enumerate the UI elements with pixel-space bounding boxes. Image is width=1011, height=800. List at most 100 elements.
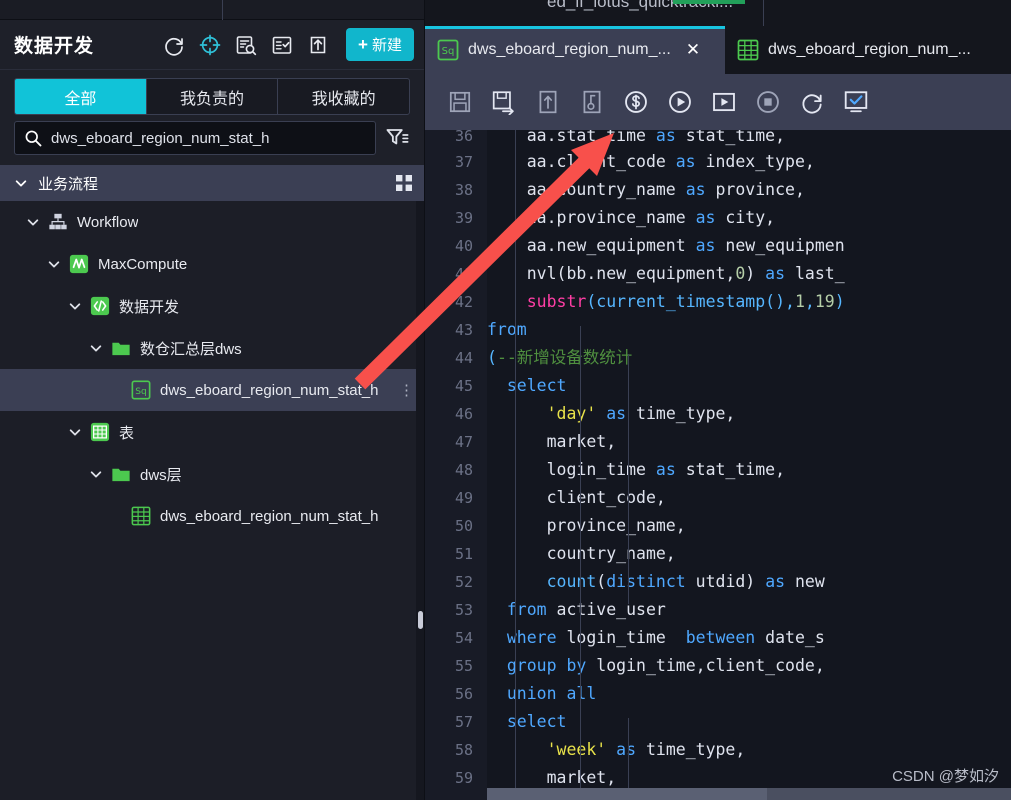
code-line[interactable]: count(distinct utdid) as new [487,568,1011,596]
data-development-sidebar: 数据开发 + 新建 全部 我负责的 我收藏的 dws_eboard_region… [0,0,425,800]
code-line[interactable]: group by login_time,client_code, [487,652,1011,680]
code-token: login_time [556,628,686,647]
tree-item-menu-icon[interactable]: ⋮ [399,381,414,399]
code-line[interactable]: from active_user [487,596,1011,624]
refresh-icon[interactable] [162,33,186,57]
code-token: --新增设备数统计 [496,348,633,367]
tree-item-dws-folder[interactable]: 数仓汇总层dws [0,327,424,369]
tab-sql-editor[interactable]: Sq dws_eboard_region_num_... ✕ [425,26,725,74]
run-icon[interactable] [667,89,693,115]
chevron-down-icon[interactable] [89,467,103,481]
code-token: as [765,572,786,591]
tree-item-table-node[interactable]: dws_eboard_region_num_stat_h [0,495,424,537]
tab-all[interactable]: 全部 [15,79,147,114]
refresh-icon[interactable] [799,89,825,115]
line-number: 36 [454,130,473,145]
code-line[interactable]: market, [487,428,1011,456]
code-content[interactable]: aa.stat_time as stat_time, aa.client_cod… [487,130,1011,800]
close-icon[interactable]: ✕ [686,40,700,60]
line-number: 56 [454,685,473,703]
tree-item-data-development[interactable]: 数据开发 [0,285,424,327]
code-token: as [655,460,676,479]
tab-label: dws_eboard_region_num_... [468,41,671,58]
code-line[interactable]: (--新增设备数统计 [487,344,1011,372]
chevron-down-icon[interactable] [89,341,103,355]
tree-item-sql-node-selected[interactable]: Sq dws_eboard_region_num_stat_h ⋮ [0,369,424,411]
code-line[interactable]: country_name, [487,540,1011,568]
code-line[interactable]: 'day' as time_type, [487,400,1011,428]
code-token: utdid) [685,572,766,591]
save-icon[interactable] [447,89,473,115]
code-line[interactable]: substr(current_timestamp(),1,19) [487,288,1011,316]
editor-tabs-overflow-row: ed_if_lotus_quicktracki... [425,0,1011,26]
grid-view-icon[interactable] [394,173,414,193]
tab-mine[interactable]: 我负责的 [147,79,279,114]
import-icon[interactable] [306,33,330,57]
code-token: from [506,600,547,619]
chevron-down-icon[interactable] [26,215,40,229]
code-line[interactable]: aa.country_name as province, [487,176,1011,204]
submit-upload-icon[interactable] [535,89,561,115]
code-line[interactable]: 'week' as time_type, [487,736,1011,764]
chevron-down-icon[interactable] [68,299,82,313]
code-line[interactable]: nvl(bb.new_equipment,0) as last_ [487,260,1011,288]
code-line[interactable]: aa.province_name as city, [487,204,1011,232]
tree-item-label: 数仓汇总层dws [140,340,242,358]
lineage-icon[interactable] [579,89,605,115]
code-line[interactable]: province_name, [487,512,1011,540]
tree-item-workflow[interactable]: Workflow [0,201,424,243]
line-number: 55 [454,657,473,675]
save-as-icon[interactable] [491,89,517,115]
filter-icon[interactable] [384,125,410,151]
line-number: 41 [454,265,473,283]
stop-icon[interactable] [755,89,781,115]
code-token: market, [487,768,617,787]
code-line[interactable]: aa.client_code as index_type, [487,148,1011,176]
horizontal-scrollbar[interactable] [487,788,1011,800]
line-number: 47 [454,433,473,451]
sidebar-scrollbar-thumb[interactable] [418,611,423,629]
tab-table-view[interactable]: dws_eboard_region_num_... [725,26,983,74]
code-line[interactable]: client_code, [487,484,1011,512]
line-number: 46 [454,405,473,423]
format-check-icon[interactable] [843,89,869,115]
editor-panel: ed_if_lotus_quicktracki... Sq dws_eboard… [425,0,1011,800]
new-button[interactable]: + 新建 [346,28,414,61]
horizontal-scrollbar-thumb[interactable] [487,788,767,800]
code-line[interactable]: aa.new_equipment as new_equipmen [487,232,1011,260]
tree-item-tables[interactable]: 表 [0,411,424,453]
code-line[interactable]: select [487,372,1011,400]
code-line[interactable]: login_time as stat_time, [487,456,1011,484]
code-line[interactable]: aa.stat_time as stat_time, [487,130,1011,148]
overflow-divider [763,0,764,26]
task-check-icon[interactable] [270,33,294,57]
tree-item-maxcompute[interactable]: MaxCompute [0,243,424,285]
chevron-down-icon[interactable] [68,425,82,439]
search-document-icon[interactable] [234,33,258,57]
tree-item-dws-layer-folder[interactable]: dws层 [0,453,424,495]
code-line[interactable]: where login_time between date_s [487,624,1011,652]
code-editor[interactable]: 36 37 38 39 40 41 42 43 44 45 46 47 48 49 50 51 52 53 54 55… [425,130,1011,800]
code-token: aa.new_equipment [487,236,696,255]
cost-estimate-icon[interactable] [623,89,649,115]
code-token: as [606,404,627,423]
sidebar-top-strip [0,0,424,20]
code-line[interactable]: from [487,316,1011,344]
business-flow-bar[interactable]: 业务流程 [0,165,424,201]
search-input[interactable]: dws_eboard_region_num_stat_h [14,121,376,155]
code-line[interactable]: union all [487,680,1011,708]
locate-target-icon[interactable] [198,33,222,57]
run-smoke-test-icon[interactable] [711,89,737,115]
line-number: 54 [454,629,473,647]
chevron-down-icon[interactable] [47,257,61,271]
tab-favorite[interactable]: 我收藏的 [278,79,409,114]
code-line[interactable]: select [487,708,1011,736]
table-green-icon [737,39,759,61]
